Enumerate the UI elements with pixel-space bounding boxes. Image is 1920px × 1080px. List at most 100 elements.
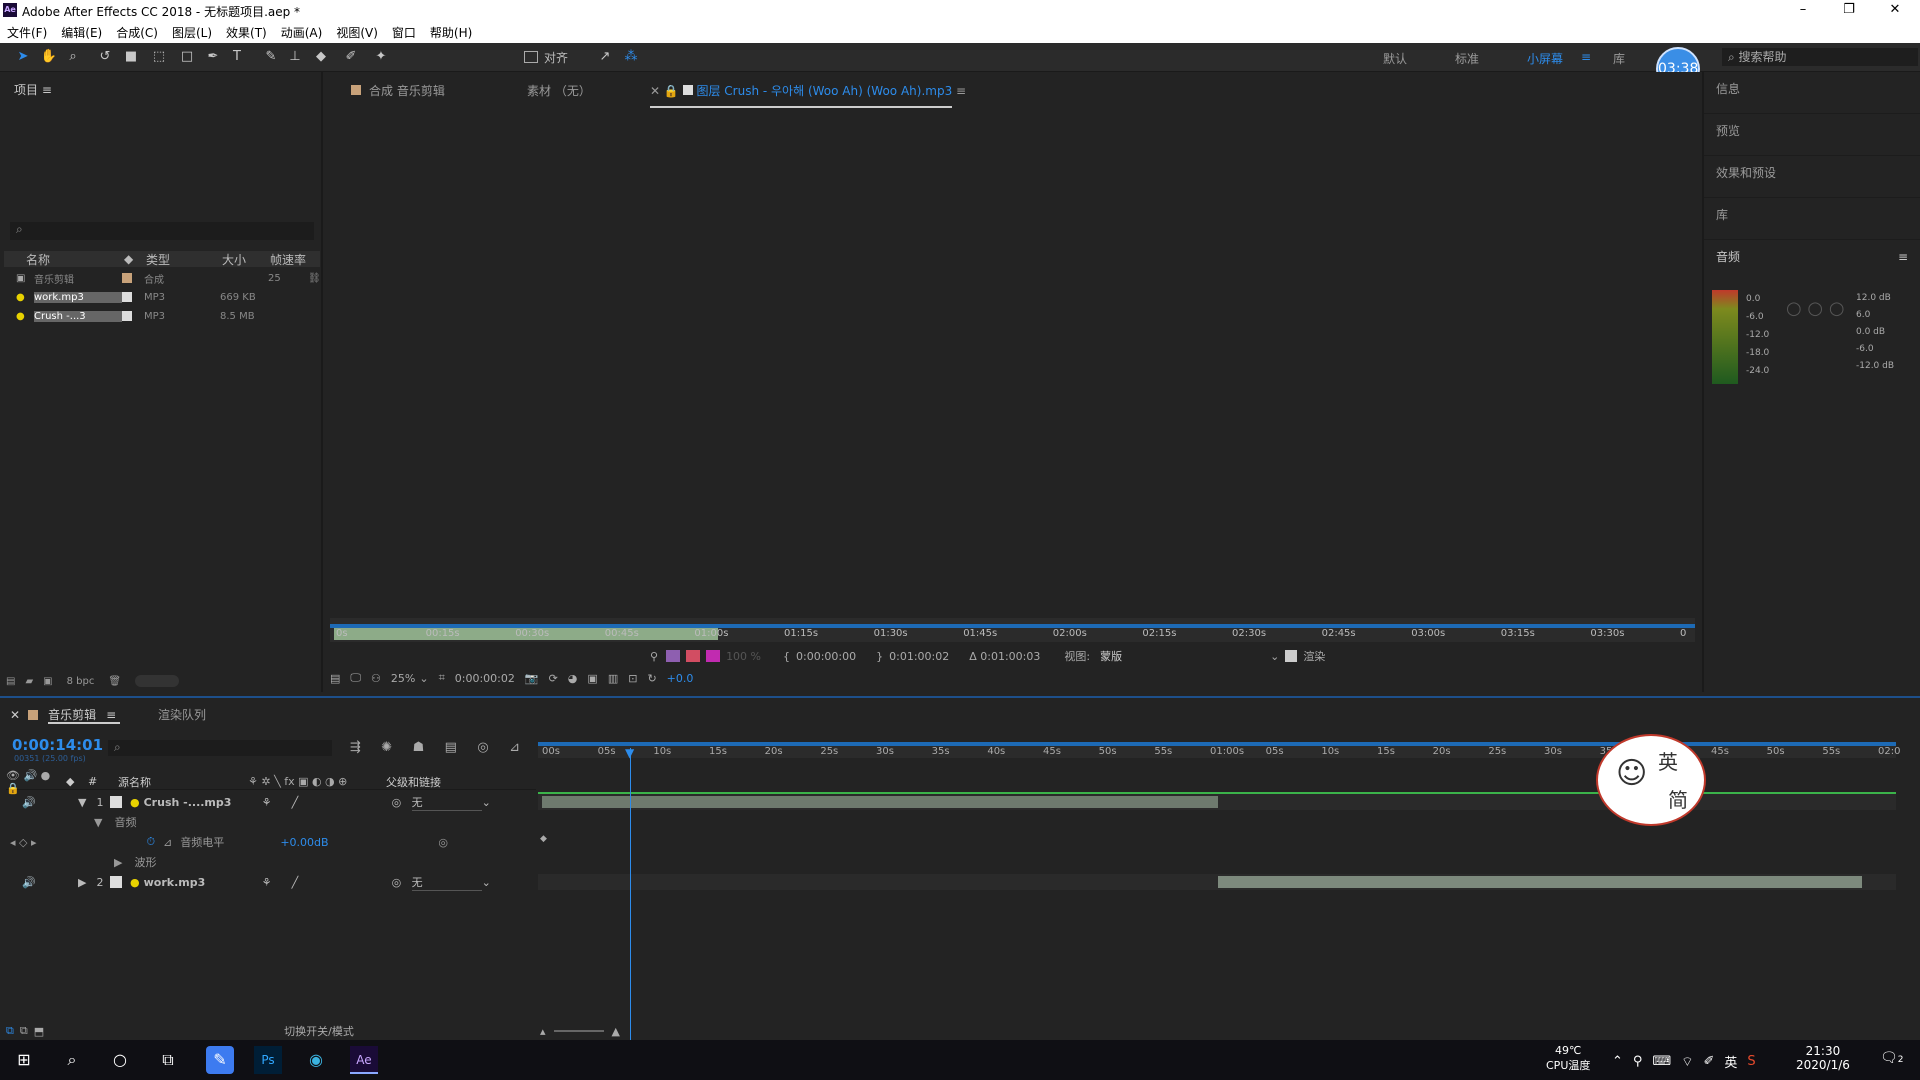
clone-stamp-tool-icon[interactable]: ⊥ xyxy=(286,48,304,66)
view-dropdown[interactable]: 蒙版 xyxy=(1100,648,1270,664)
thumbnail-slider[interactable] xyxy=(135,675,180,687)
mask-visibility-icon[interactable]: ⚇ xyxy=(371,672,381,685)
waveform-row[interactable]: ▶ 波形 xyxy=(0,852,536,872)
cortana-icon[interactable]: ○ xyxy=(106,1046,134,1074)
quality-switch-icon[interactable]: ╱ xyxy=(292,876,392,889)
column-fps[interactable]: 帧速率 xyxy=(270,251,320,268)
eraser-tool-icon[interactable]: ◆ xyxy=(312,48,330,66)
camera-tool-icon[interactable]: ■ xyxy=(122,48,140,66)
project-item[interactable]: ▣ 音乐剪辑 合成 25 ⛓ xyxy=(16,269,321,287)
expand-arrow-icon[interactable]: ▶ xyxy=(114,856,122,869)
rotate-tool-icon[interactable]: ↺ xyxy=(96,48,114,66)
app-pinned-icon[interactable]: ✎ xyxy=(206,1046,234,1074)
3d-view-icon[interactable]: ⊡ xyxy=(628,672,637,685)
wifi-icon[interactable]: ⌔ xyxy=(1681,1054,1693,1070)
panel-menu-icon[interactable]: ≡ xyxy=(956,84,966,98)
layer-row[interactable]: 🔊 ▼ 1 ● Crush -....mp3 ⚘ ╱ ◎ 无 ⌄ xyxy=(0,792,536,812)
bit-depth[interactable]: 8 bpc xyxy=(67,676,95,687)
expand-arrow-icon[interactable]: ▶ xyxy=(78,876,90,889)
exposure-value[interactable]: +0.0 xyxy=(667,672,694,685)
browser-icon[interactable]: ◉ xyxy=(302,1046,330,1074)
minimize-button[interactable]: – xyxy=(1780,0,1826,22)
panel-menu-icon[interactable]: ≡ xyxy=(1898,240,1908,274)
in-point-icon[interactable] xyxy=(666,650,681,662)
column-size[interactable]: 大小 xyxy=(222,251,270,268)
in-out-panes-icon[interactable]: ⬒ xyxy=(34,1025,44,1038)
shy-switch-icon[interactable]: ⚘ xyxy=(262,876,292,889)
info-panel[interactable]: 信息 xyxy=(1704,72,1920,114)
puppet-tool-icon[interactable]: ✦ xyxy=(372,48,390,66)
ime-language[interactable]: 英 xyxy=(1724,1052,1737,1071)
audio-levels-value[interactable]: +0.00dB xyxy=(280,836,438,849)
close-icon[interactable]: ✕ xyxy=(10,708,20,722)
snapshot-icon[interactable]: 📷 xyxy=(525,672,539,685)
layer-name[interactable]: Crush -....mp3 xyxy=(144,796,262,809)
audio-toggle-icon[interactable]: 🔊 xyxy=(22,796,78,809)
clock[interactable]: 21:30 2020/1/6 xyxy=(1796,1044,1850,1072)
menu-file[interactable]: 文件(F) xyxy=(7,24,47,41)
column-type[interactable]: 类型 xyxy=(146,251,222,268)
tab-layer[interactable]: ✕ 🔒 图层 Crush - 우아해 (Woo Ah) (Woo Ah).mp3… xyxy=(650,82,966,99)
parent-link-column[interactable]: 父级和链接 xyxy=(386,774,441,790)
toggle-switches-modes[interactable]: 切换开关/模式 xyxy=(284,1023,354,1039)
fast-preview-icon[interactable]: ▥ xyxy=(608,672,618,685)
audio-sliders[interactable]: ○ ○ ○ xyxy=(1786,298,1856,360)
color-channels-icon[interactable]: ◕ xyxy=(568,672,578,685)
pick-whip-icon[interactable]: ◎ xyxy=(438,836,448,849)
snap-options-icon[interactable]: ⁂ xyxy=(622,48,640,66)
tab-composition[interactable]: 合成 音乐剪辑 xyxy=(351,82,445,99)
collapse-arrow-icon[interactable]: ▼ xyxy=(94,816,102,829)
show-snapshot-icon[interactable]: ⟳ xyxy=(549,672,558,685)
draft-3d-icon[interactable]: ✺ xyxy=(381,740,392,755)
preview-panel[interactable]: 预览 xyxy=(1704,114,1920,156)
hand-tool-icon[interactable]: ✋ xyxy=(40,48,58,66)
search-help-field[interactable]: ⌕ 搜索帮助 xyxy=(1722,48,1918,66)
out-point-time[interactable]: 0:01:00:02 xyxy=(889,650,949,663)
menu-window[interactable]: 窗口 xyxy=(392,24,416,41)
libraries-panel[interactable]: 库 xyxy=(1704,198,1920,240)
menu-edit[interactable]: 编辑(E) xyxy=(61,24,102,41)
pick-whip-icon[interactable]: ◎ xyxy=(392,796,412,809)
sogou-ime-icon[interactable]: S xyxy=(1747,1054,1755,1069)
layer-switches-icon[interactable]: ⧉ xyxy=(6,1024,14,1038)
label-color-icon[interactable] xyxy=(110,876,122,888)
collapse-arrow-icon[interactable]: ▼ xyxy=(78,796,90,809)
menu-view[interactable]: 视图(V) xyxy=(336,24,378,41)
workspace-default[interactable]: 默认 xyxy=(1383,50,1407,67)
motion-blur-icon[interactable]: ◎ xyxy=(477,740,488,755)
in-point-time[interactable]: 0:00:00:00 xyxy=(796,650,856,663)
project-item[interactable]: ● Crush -...3 MP3 8.5 MB xyxy=(16,307,268,325)
source-name-column[interactable]: 源名称 xyxy=(118,774,248,790)
close-icon[interactable]: ✕ xyxy=(650,84,664,98)
current-time[interactable]: 0:00:00:02 xyxy=(455,672,515,685)
lock-icon[interactable]: 🔒 xyxy=(664,84,683,98)
current-timecode[interactable]: 0:00:14:01 xyxy=(12,736,103,754)
cpu-temperature[interactable]: 49℃ CPU温度 xyxy=(1546,1044,1590,1073)
pen-icon[interactable]: ✐ xyxy=(1703,1054,1714,1069)
tab-footage[interactable]: 素材 （无） xyxy=(527,82,591,99)
menu-effect[interactable]: 效果(T) xyxy=(226,24,267,41)
shy-layers-icon[interactable]: ☗ xyxy=(413,740,425,755)
layer-name[interactable]: work.mp3 xyxy=(144,876,262,889)
layer-row[interactable]: 🔊 ▶ 2 ● work.mp3 ⚘ ╱ ◎ 无 ⌄ xyxy=(0,872,536,892)
workspace-small-screen[interactable]: 小屏幕 xyxy=(1527,50,1563,67)
reset-exposure-icon[interactable]: ↻ xyxy=(647,672,656,685)
parent-dropdown[interactable]: 无 xyxy=(411,874,482,891)
shy-switch-icon[interactable]: ⚘ xyxy=(262,796,292,809)
zoom-slider[interactable] xyxy=(553,1030,604,1032)
screen-icon[interactable]: 🖵 xyxy=(350,671,361,685)
project-search-input[interactable]: ⌕ xyxy=(10,222,314,240)
layer-bar[interactable] xyxy=(542,796,1218,808)
notification-icon[interactable]: 🗨2 xyxy=(1880,1050,1904,1066)
usb-icon[interactable]: ⚲ xyxy=(1633,1054,1643,1069)
brush-tool-icon[interactable]: ✎ xyxy=(262,48,280,66)
column-name[interactable]: 名称 xyxy=(26,251,124,268)
zoom-out-icon[interactable]: ▴ xyxy=(540,1025,546,1038)
zoom-dropdown[interactable]: 25% xyxy=(391,672,415,685)
keyframe-icon[interactable]: ◆ xyxy=(540,834,547,844)
always-preview-icon[interactable]: ▤ xyxy=(330,672,340,685)
region-of-interest-icon[interactable]: ⌗ xyxy=(439,671,445,685)
interpret-footage-icon[interactable]: ▤ xyxy=(6,676,15,687)
search-icon[interactable]: ⌕ xyxy=(58,1046,86,1074)
delete-icon[interactable]: 🗑 xyxy=(108,676,121,687)
